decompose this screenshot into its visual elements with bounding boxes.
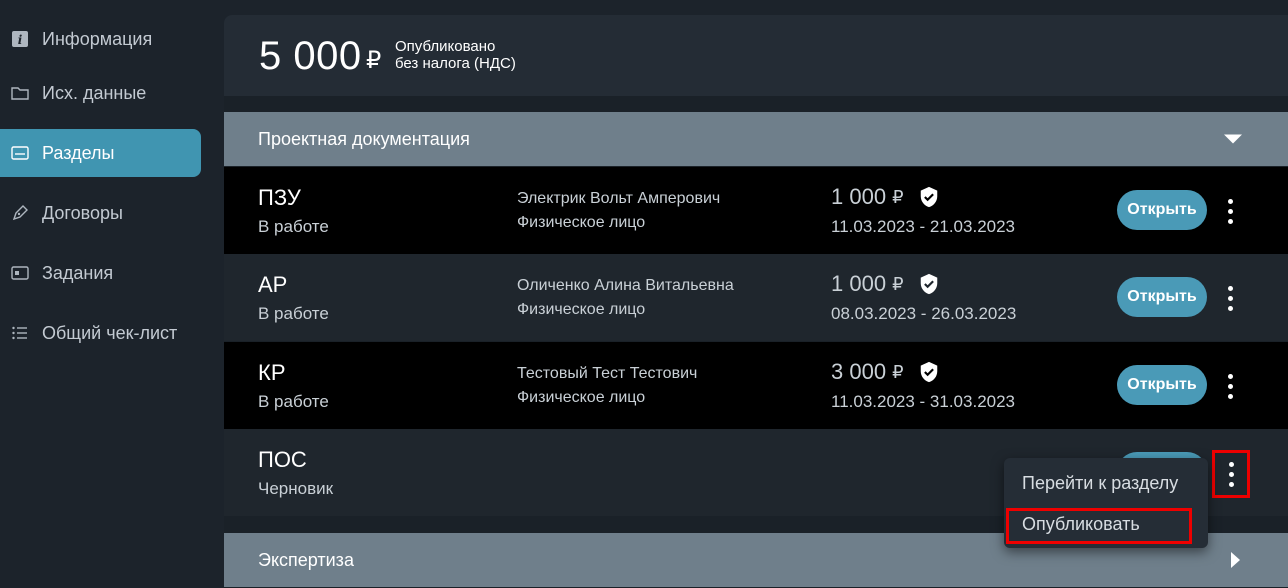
section-status: Черновик (258, 479, 334, 498)
menu-item-publish[interactable]: Опубликовать (1004, 504, 1208, 544)
section-dates: 08.03.2023 - 26.03.2023 (831, 304, 1017, 323)
shield-check-icon (920, 186, 937, 208)
open-button[interactable]: Открыть (1117, 365, 1207, 405)
tasks-icon (10, 263, 30, 283)
sidebar-item-info[interactable]: i Информация (0, 15, 201, 63)
sidebar-item-label: Исх. данные (42, 82, 147, 103)
section-name: АР (258, 272, 288, 297)
sidebar-item-label: Договоры (42, 202, 123, 223)
executor-name: Оличенко Алина Витальевна (517, 277, 734, 294)
shield-check-icon (920, 361, 937, 383)
section-name: КР (258, 360, 286, 385)
more-options-icon[interactable] (1216, 367, 1244, 405)
executor-type: Физическое лицо (517, 301, 646, 318)
sidebar-item-source-data[interactable]: Исх. данные (0, 69, 201, 117)
total-currency: ₽ (366, 47, 382, 74)
section-price: 1 000 ₽ (831, 184, 940, 210)
folder-icon (10, 83, 30, 103)
more-options-icon[interactable] (1216, 192, 1244, 230)
section-price: 1 000 ₽ (831, 271, 940, 297)
sidebar-item-checklist[interactable]: Общий чек-лист (0, 309, 201, 357)
sidebar: i Информация Исх. данные Разделы Договор… (0, 0, 212, 588)
chevron-right-icon[interactable] (1231, 552, 1240, 568)
section-name: ПОС (258, 447, 307, 472)
sidebar-item-tasks[interactable]: Задания (0, 249, 201, 297)
section-dates: 11.03.2023 - 31.03.2023 (831, 392, 1016, 411)
section-status: В работе (258, 392, 329, 411)
sidebar-item-sections[interactable]: Разделы (0, 129, 201, 177)
sidebar-item-label: Разделы (42, 142, 115, 163)
more-options-icon[interactable] (1216, 279, 1244, 317)
group-header-project-docs[interactable]: Проектная документация (224, 112, 1288, 166)
list-icon (10, 323, 30, 343)
group-title: Проектная документация (258, 128, 470, 149)
sidebar-item-label: Задания (42, 262, 114, 283)
publication-status: Опубликовано без налога (НДС) (395, 38, 516, 72)
section-row: КР В работе Тестовый Тест Тестович Физич… (224, 342, 1288, 429)
section-status: В работе (258, 304, 329, 323)
section-row: АР В работе Оличенко Алина Витальевна Фи… (224, 254, 1288, 341)
menu-item-go-to-section[interactable]: Перейти к разделу (1004, 463, 1208, 503)
section-dates: 11.03.2023 - 21.03.2023 (831, 217, 1016, 236)
open-button[interactable]: Открыть (1117, 277, 1207, 317)
section-row: ПЗУ В работе Электрик Вольт Амперович Фи… (224, 167, 1288, 254)
pen-icon (10, 203, 30, 223)
executor-type: Физическое лицо (517, 214, 646, 231)
open-button[interactable]: Открыть (1117, 190, 1207, 230)
section-status: В работе (258, 217, 329, 236)
sections-icon (10, 143, 30, 163)
shield-check-icon (920, 273, 937, 295)
sidebar-item-label: Общий чек-лист (42, 322, 178, 343)
svg-text:i: i (18, 33, 23, 47)
chevron-down-icon[interactable] (1224, 134, 1242, 144)
section-price: 3 000 ₽ (831, 359, 940, 385)
sidebar-item-contracts[interactable]: Договоры (0, 189, 201, 237)
executor-name: Электрик Вольт Амперович (517, 190, 721, 207)
info-icon: i (10, 29, 30, 49)
context-menu: Перейти к разделу Опубликовать (1004, 458, 1208, 548)
total-amount: 5 000 (259, 34, 362, 78)
group-title: Экспертиза (258, 549, 354, 570)
sidebar-item-label: Информация (42, 28, 153, 49)
more-options-icon[interactable] (1212, 450, 1250, 498)
executor-name: Тестовый Тест Тестович (517, 365, 698, 382)
section-name: ПЗУ (258, 185, 301, 210)
summary-header: 5 000 ₽ Опубликовано без налога (НДС) (224, 15, 1288, 96)
executor-type: Физическое лицо (517, 389, 646, 406)
